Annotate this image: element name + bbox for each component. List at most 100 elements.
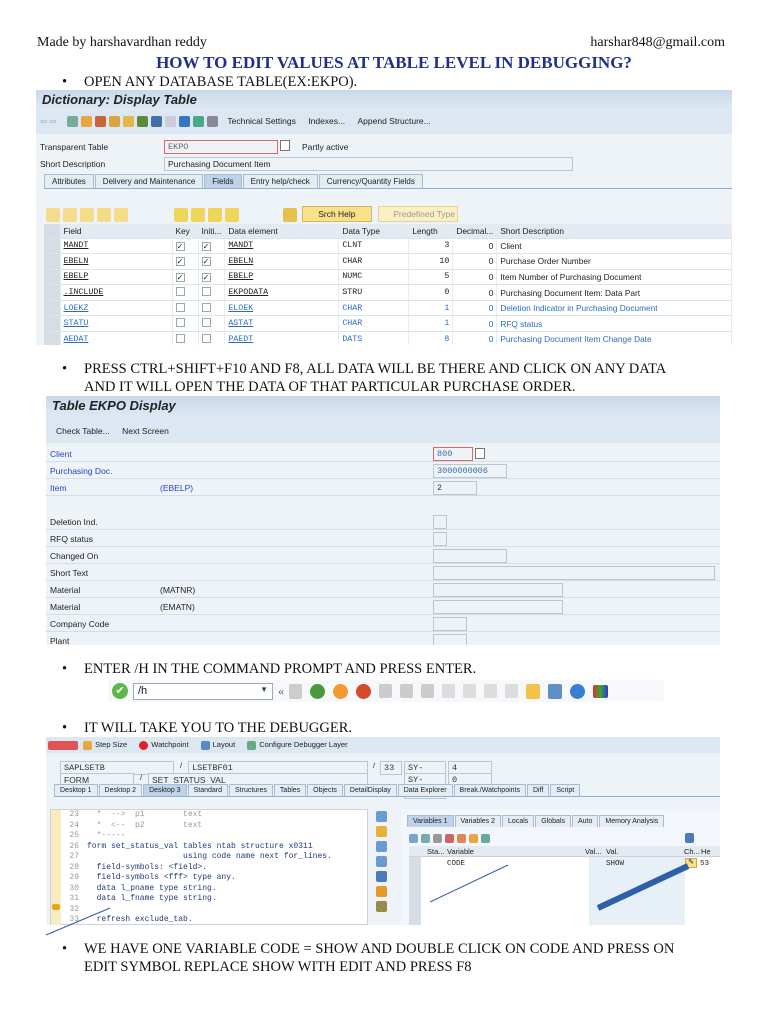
tab-standard[interactable]: Standard [187,784,229,796]
toolbar-icon[interactable] [94,116,106,128]
checkbox[interactable] [201,302,211,312]
checkbox[interactable]: ✓ [201,272,211,282]
field-input[interactable] [433,549,507,563]
row-selector[interactable] [44,315,61,333]
checkbox[interactable]: ✓ [201,241,211,251]
col-data-element[interactable]: Data element [224,224,340,239]
tab-locals[interactable]: Locals [502,815,535,827]
table-row[interactable]: STATU ASTAT CHAR 1 0 RFQ status [44,315,732,333]
next-page-icon[interactable] [484,684,497,698]
tab-memory-analysis[interactable]: Memory Analysis [599,815,665,827]
new-session-icon[interactable] [526,683,540,699]
copy-icon[interactable] [280,140,290,151]
copy-icon[interactable] [63,207,77,222]
checkbox[interactable] [201,333,211,343]
toolbar-icon[interactable] [136,116,148,128]
data-element-cell[interactable]: EKPODATA [224,284,340,301]
info-icon[interactable] [178,116,190,128]
field-cell[interactable]: EBELN [60,253,173,270]
field-input[interactable] [433,515,447,529]
exit-icon[interactable] [333,683,348,699]
cut-icon[interactable] [46,207,60,222]
predefined-type-button[interactable]: Predefined Type [378,206,459,222]
indexes-button[interactable]: Indexes... [308,116,345,126]
tab-diff[interactable]: Diff [526,784,550,796]
field-input[interactable] [433,634,467,645]
side-tool-icon[interactable] [376,826,387,837]
table-row[interactable]: EBELP ✓ ✓ EBELP NUMC 5 0 Item Number of Purchas… [44,269,732,286]
tab-entry-help[interactable]: Entry help/check [242,174,318,188]
toolbar-icon[interactable] [108,116,120,128]
dropdown-arrow-icon[interactable]: ▼ [260,685,268,694]
back-icon[interactable] [310,683,325,699]
col-decimal[interactable]: Decimal... [452,224,498,239]
step-icons[interactable] [48,740,78,750]
toolbar-icon[interactable] [421,833,430,843]
copy-icon[interactable] [475,448,485,459]
layout-button[interactable]: Layout [213,740,236,749]
col-data-type[interactable]: Data Type [338,224,410,239]
print-icon[interactable] [379,684,392,698]
toolbar-icon[interactable] [164,116,176,128]
tab-attributes[interactable]: Attributes [44,174,94,188]
side-tool-icon[interactable] [376,886,387,897]
data-element-cell[interactable]: EBELP [224,269,340,286]
tab-break-watchpoints[interactable]: Break./Watchpoints [453,784,526,796]
step-size-button[interactable]: Step Size [95,740,127,749]
toolbar-icon[interactable] [206,116,218,128]
code-line[interactable]: 30 data l_pname type string. [63,884,367,895]
watchpoint-button[interactable]: Watchpoint [151,740,188,749]
field-input[interactable]: 3000000006 [433,464,507,478]
first-page-icon[interactable] [190,207,205,222]
table-row[interactable]: LOEKZ ELOEK CHAR 1 0 Deletion Indicator in Pu… [44,300,732,317]
tab-data-explorer[interactable]: Data Explorer [397,784,453,796]
enter-check-icon[interactable]: ✔ [112,683,128,699]
side-tool-icon[interactable] [376,856,387,867]
code-line[interactable]: 25 *----- [63,831,367,842]
save-icon[interactable] [289,683,302,699]
step-size-icon[interactable] [83,740,93,750]
layout-icon[interactable] [200,740,210,750]
toolbar-icon[interactable] [192,116,204,128]
toolbar-icon[interactable] [469,833,478,843]
first-page-icon[interactable] [442,684,455,698]
paste-icon[interactable] [80,207,94,222]
tab-script[interactable]: Script [550,784,581,796]
checkbox[interactable] [201,287,211,297]
row-selector[interactable] [44,300,61,317]
tab-variables-1[interactable]: Variables 1 [407,815,454,827]
tab-structures[interactable]: Structures [229,784,273,796]
checkbox[interactable] [175,318,185,328]
field-input[interactable] [433,617,467,631]
tab-globals[interactable]: Globals [535,815,571,827]
col-hex[interactable]: He [701,847,711,856]
search-help-button[interactable]: Srch Help [301,206,372,222]
where-used-icon[interactable] [282,207,297,222]
shortcut-icon[interactable] [548,683,562,699]
col-variable[interactable]: Variable [447,847,474,856]
toolbar-icon[interactable] [122,116,134,128]
checkbox[interactable]: ✓ [201,257,211,267]
find-next-icon[interactable] [421,684,434,698]
row-selector[interactable] [44,331,61,345]
back-icon[interactable]: ⇦ ⇨ [40,116,57,126]
checkbox[interactable] [175,287,185,297]
col-value[interactable]: Val. [606,847,618,856]
toolbar-icon[interactable] [433,833,442,843]
top-icon[interactable] [224,207,239,222]
table-row[interactable]: .INCLUDE EKPODATA STRU 0 0 Purchasing Documen… [44,284,732,301]
checkbox[interactable] [201,318,211,328]
previous-page-icon[interactable] [463,684,476,698]
help-icon[interactable] [570,683,585,699]
data-element-cell[interactable]: EBELN [224,253,340,270]
tab-delivery-maintenance[interactable]: Delivery and Maintenance [94,174,204,188]
checkbox[interactable]: ✓ [175,257,185,267]
code-line[interactable]: 31 data l_fname type string. [63,894,367,905]
data-element-cell[interactable]: ELOEK [224,300,340,317]
technical-settings-button[interactable]: Technical Settings [227,116,296,126]
next-screen-button[interactable]: Next Screen [122,426,169,436]
insert-row-icon[interactable] [97,207,111,222]
col-short-description[interactable]: Short Description [496,224,732,239]
table-row[interactable]: MANDT ✓ ✓ MANDT CLNT 3 0 Client [44,238,732,255]
variable-value[interactable]: SHOW [606,860,624,868]
